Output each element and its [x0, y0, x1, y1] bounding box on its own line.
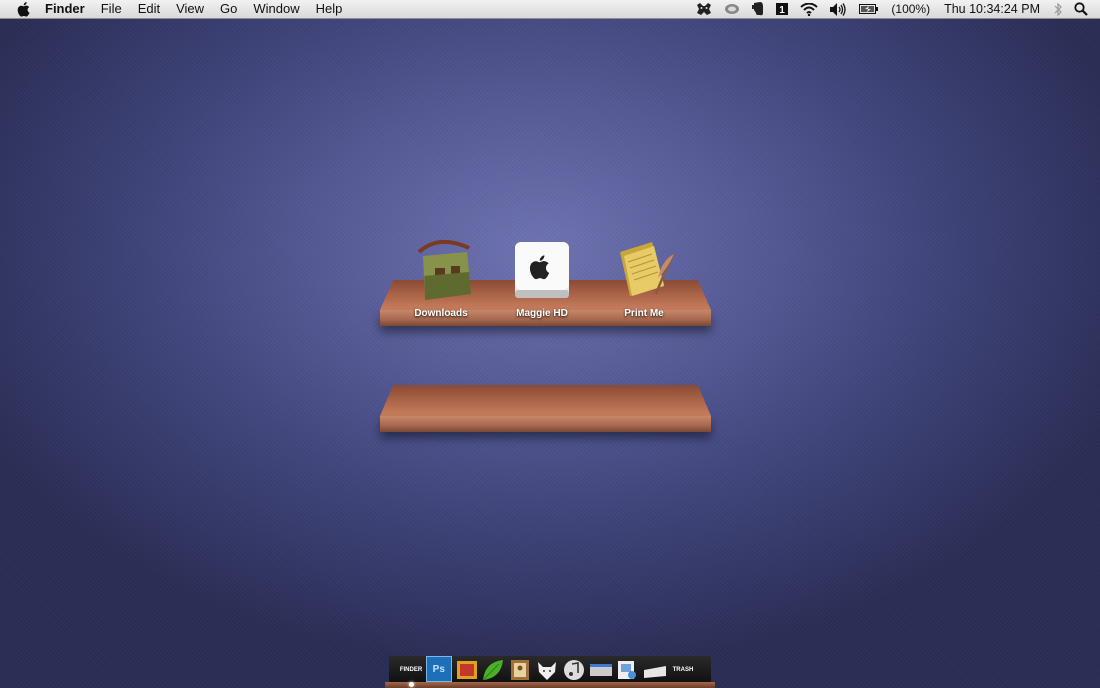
svg-text:1: 1 [780, 5, 786, 15]
menu-view[interactable]: View [168, 0, 212, 18]
1password-icon[interactable]: 1 [776, 0, 789, 18]
growl-icon[interactable] [696, 0, 712, 18]
dock-mail-stamp[interactable] [455, 658, 479, 682]
desktop-item-label: Print Me [624, 308, 664, 319]
shelf-lower-surface [380, 385, 711, 416]
wallpaper [0, 0, 1100, 688]
sync-icon[interactable] [724, 0, 740, 18]
battery-icon[interactable] [859, 0, 879, 18]
desktop-item-label: Downloads [414, 308, 468, 319]
dock-trash[interactable]: TRASH [671, 658, 695, 682]
dock-photoshop[interactable]: Ps [425, 656, 452, 682]
photoshop-icon-label: Ps [432, 663, 445, 675]
dock-itunes[interactable] [562, 658, 586, 682]
dock-trash-label: TRASH [672, 667, 694, 673]
evernote-icon[interactable] [752, 0, 764, 18]
scanner-icon [589, 664, 612, 676]
bluetooth-icon[interactable] [1054, 0, 1062, 18]
menu-go[interactable]: Go [212, 0, 245, 18]
drive-icon [644, 666, 667, 678]
app-menu-finder[interactable]: Finder [39, 0, 93, 18]
dock-finder[interactable]: FINDER [399, 658, 423, 682]
menu-clock[interactable]: Thu 10:34:24 PM [944, 2, 1040, 16]
dock-preview[interactable] [615, 658, 639, 682]
preview-icon [618, 661, 637, 679]
music-note-icon [563, 660, 584, 680]
running-indicator [409, 682, 414, 687]
hard-drive-icon [510, 238, 574, 302]
desktop-item-label: Maggie HD [516, 308, 568, 319]
volume-icon[interactable] [830, 0, 847, 18]
menu-window[interactable]: Window [245, 0, 307, 18]
menu-bar: Finder File Edit View Go Window Help 1 (… [0, 0, 1100, 19]
status-area: 1 (100%) Thu 10:34:24 PM [690, 0, 1100, 18]
desktop-item-maggie-hd[interactable]: Maggie HD [497, 238, 587, 319]
menu-edit[interactable]: Edit [130, 0, 168, 18]
apple-menu-icon[interactable] [16, 1, 30, 17]
menu-file[interactable]: File [93, 0, 130, 18]
dock-scanner[interactable] [589, 658, 613, 682]
spotlight-icon[interactable] [1074, 0, 1088, 18]
dock: FINDER Ps TRASH [385, 652, 715, 688]
dock-fox[interactable] [535, 658, 559, 682]
menu-help[interactable]: Help [308, 0, 351, 18]
wifi-icon[interactable] [800, 0, 819, 18]
dock-leaf[interactable] [481, 658, 505, 682]
dock-address-book[interactable] [508, 658, 532, 682]
dock-finder-label: FINDER [399, 667, 423, 673]
desktop-item-print-me[interactable]: Print Me [599, 238, 689, 319]
papers-quill-icon [612, 238, 676, 302]
shelf-lower-edge [380, 416, 711, 432]
address-book-icon [511, 660, 530, 680]
dock-drive[interactable] [642, 658, 668, 682]
dock-items: FINDER Ps TRASH [399, 654, 698, 682]
dock-shelf [385, 682, 715, 688]
stamp-icon [456, 661, 477, 679]
satchel-icon [409, 238, 473, 302]
battery-percentage: (100%) [891, 2, 931, 16]
leaf-icon [483, 660, 504, 681]
shelf-lower [380, 385, 711, 435]
desktop-item-downloads[interactable]: Downloads [396, 238, 486, 319]
fox-icon [537, 662, 556, 680]
